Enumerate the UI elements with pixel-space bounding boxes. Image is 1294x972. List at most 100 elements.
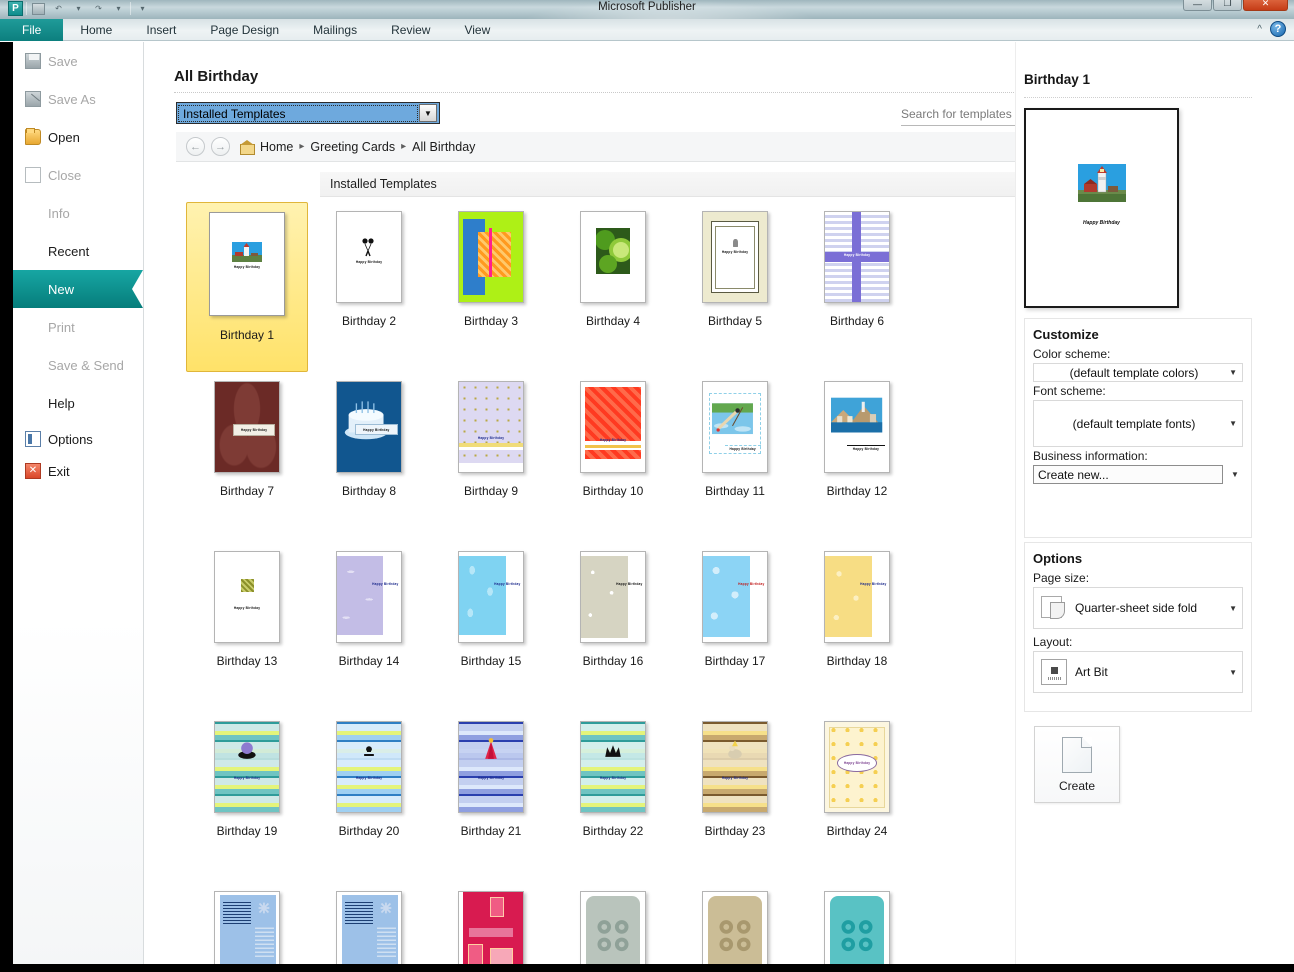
restore-button[interactable]: ❐: [1213, 0, 1242, 11]
window-controls[interactable]: — ❐ ✕: [1183, 0, 1288, 11]
font-scheme-dropdown[interactable]: (default template fonts) ▼: [1033, 400, 1243, 447]
sidebar-item-save[interactable]: Save: [13, 42, 143, 80]
template-card[interactable]: Happy Birthday Birthday 5: [674, 202, 796, 372]
template-card[interactable]: Happy Birthday: [552, 882, 674, 972]
template-card[interactable]: Happy Birthday: [674, 882, 796, 972]
help-icon[interactable]: ?: [1270, 21, 1286, 37]
template-thumbnail[interactable]: Happy Birthday: [580, 381, 646, 473]
template-card[interactable]: Birthday 3: [430, 202, 552, 372]
template-card[interactable]: Happy Birthday Birthday 14: [308, 542, 430, 712]
template-source-dropdown[interactable]: Installed Templates ▼: [176, 102, 440, 124]
tab-review[interactable]: Review: [374, 19, 447, 41]
close-button[interactable]: ✕: [1243, 0, 1288, 11]
template-card[interactable]: Happy Birthday Birthday 12: [796, 372, 918, 542]
template-thumbnail[interactable]: Happy Birthday: [824, 891, 890, 972]
template-thumbnail[interactable]: Happy Birthday: [214, 551, 280, 643]
template-card[interactable]: Happy Birthday Birthday 1: [186, 202, 308, 372]
template-thumbnail[interactable]: Happy Birthday: [824, 721, 890, 813]
sidebar-item-save-as[interactable]: Save As: [13, 80, 143, 118]
template-thumbnail[interactable]: [458, 891, 524, 972]
template-card[interactable]: Happy Birthday Birthday 20: [308, 712, 430, 882]
template-card[interactable]: Happy Birthday Birthday 22: [552, 712, 674, 882]
chevron-down-icon[interactable]: ▼: [1229, 604, 1237, 613]
template-thumbnail[interactable]: Happy Birthday: [824, 381, 890, 473]
template-thumbnail[interactable]: Happy Birthday: [702, 891, 768, 972]
template-card[interactable]: Happy Birthday Birthday 10: [552, 372, 674, 542]
template-thumbnail[interactable]: [458, 211, 524, 303]
business-information-value[interactable]: Create new...: [1033, 465, 1223, 484]
template-thumbnail[interactable]: Happy Birthday: [824, 551, 890, 643]
template-thumbnail[interactable]: Happy Birthday: [214, 721, 280, 813]
template-thumbnail[interactable]: Happy Birthday: [580, 891, 646, 972]
template-card[interactable]: [186, 882, 308, 972]
template-thumbnail[interactable]: Happy Birthday: [702, 381, 768, 473]
sidebar-item-options[interactable]: Options: [13, 422, 143, 456]
template-card[interactable]: Happy Birthday Birthday 6: [796, 202, 918, 372]
sidebar-item-help[interactable]: Help: [13, 384, 143, 422]
tab-home[interactable]: Home: [63, 19, 129, 41]
sidebar-item-exit[interactable]: ✕ Exit: [13, 456, 143, 486]
template-card[interactable]: Happy Birthday Birthday 17: [674, 542, 796, 712]
template-thumbnail[interactable]: Happy Birthday: [702, 211, 768, 303]
template-card[interactable]: Happy Birthday Birthday 13: [186, 542, 308, 712]
sidebar-item-info[interactable]: Info: [13, 194, 143, 232]
template-card[interactable]: Happy Birthday Birthday 7: [186, 372, 308, 542]
sidebar-item-print[interactable]: Print: [13, 308, 143, 346]
template-card[interactable]: Happy Birthday Birthday 19: [186, 712, 308, 882]
tab-insert[interactable]: Insert: [129, 19, 193, 41]
template-thumbnail[interactable]: [580, 211, 646, 303]
template-thumbnail[interactable]: Happy Birthday: [336, 551, 402, 643]
template-card[interactable]: Happy Birthday Birthday 9: [430, 372, 552, 542]
breadcrumb-item-all-birthday[interactable]: All Birthday: [412, 140, 475, 154]
sidebar-item-open[interactable]: Open: [13, 118, 143, 156]
template-thumbnail[interactable]: [214, 891, 280, 972]
template-thumbnail[interactable]: Happy Birthday: [580, 721, 646, 813]
template-thumbnail[interactable]: Happy Birthday: [580, 551, 646, 643]
template-thumbnail[interactable]: Happy Birthday: [458, 381, 524, 473]
tab-page-design[interactable]: Page Design: [193, 19, 296, 41]
create-button[interactable]: Create: [1034, 726, 1120, 803]
tab-mailings[interactable]: Mailings: [296, 19, 374, 41]
sidebar-item-save-and-send[interactable]: Save & Send: [13, 346, 143, 384]
template-thumbnail[interactable]: Happy Birthday: [824, 211, 890, 303]
chevron-down-icon[interactable]: ▼: [419, 104, 437, 122]
sidebar-item-recent[interactable]: Recent: [13, 232, 143, 270]
breadcrumb-item-greeting-cards[interactable]: Greeting Cards: [310, 140, 395, 154]
color-scheme-dropdown[interactable]: (default template colors) ▼: [1033, 363, 1243, 382]
template-thumbnail[interactable]: Happy Birthday: [336, 381, 402, 473]
template-card[interactable]: Happy Birthday Birthday 16: [552, 542, 674, 712]
template-card[interactable]: Happy Birthday Birthday 11: [674, 372, 796, 542]
template-card[interactable]: Happy Birthday Birthday 23: [674, 712, 796, 882]
chevron-down-icon[interactable]: ▼: [1229, 419, 1237, 428]
template-thumbnail[interactable]: Happy Birthday: [336, 721, 402, 813]
template-card[interactable]: Happy Birthday Birthday 8: [308, 372, 430, 542]
chevron-down-icon[interactable]: ▼: [1229, 368, 1237, 377]
chevron-down-icon[interactable]: ▼: [1227, 465, 1243, 484]
back-button[interactable]: ←: [186, 137, 205, 156]
template-card[interactable]: Birthday 4: [552, 202, 674, 372]
forward-button[interactable]: →: [211, 137, 230, 156]
template-card[interactable]: Happy Birthday Birthday 15: [430, 542, 552, 712]
template-thumbnail[interactable]: Happy Birthday: [214, 381, 280, 473]
home-icon[interactable]: [240, 139, 255, 155]
chevron-down-icon[interactable]: ▼: [1229, 668, 1237, 677]
template-thumbnail[interactable]: Happy Birthday: [702, 721, 768, 813]
template-thumbnail[interactable]: Happy Birthday: [702, 551, 768, 643]
template-card[interactable]: Happy Birthday: [796, 882, 918, 972]
tab-file[interactable]: File: [0, 19, 64, 41]
template-card[interactable]: Happy Birthday Birthday 24: [796, 712, 918, 882]
template-card[interactable]: [430, 882, 552, 972]
minimize-button[interactable]: —: [1183, 0, 1212, 11]
tab-view[interactable]: View: [447, 19, 507, 41]
template-card[interactable]: Happy Birthday Birthday 18: [796, 542, 918, 712]
business-information-dropdown[interactable]: Create new... ▼: [1033, 465, 1243, 484]
breadcrumb-item-home[interactable]: Home: [260, 140, 293, 154]
template-thumbnail[interactable]: [336, 891, 402, 972]
collapse-ribbon-icon[interactable]: ^: [1257, 24, 1262, 35]
template-card[interactable]: Happy Birthday Birthday 21: [430, 712, 552, 882]
layout-dropdown[interactable]: Art Bit ▼: [1033, 651, 1243, 693]
template-card[interactable]: Happy Birthday Birthday 2: [308, 202, 430, 372]
template-thumbnail[interactable]: Happy Birthday: [458, 551, 524, 643]
template-thumbnail[interactable]: Happy Birthday: [336, 211, 402, 303]
sidebar-item-new[interactable]: New: [13, 270, 143, 308]
